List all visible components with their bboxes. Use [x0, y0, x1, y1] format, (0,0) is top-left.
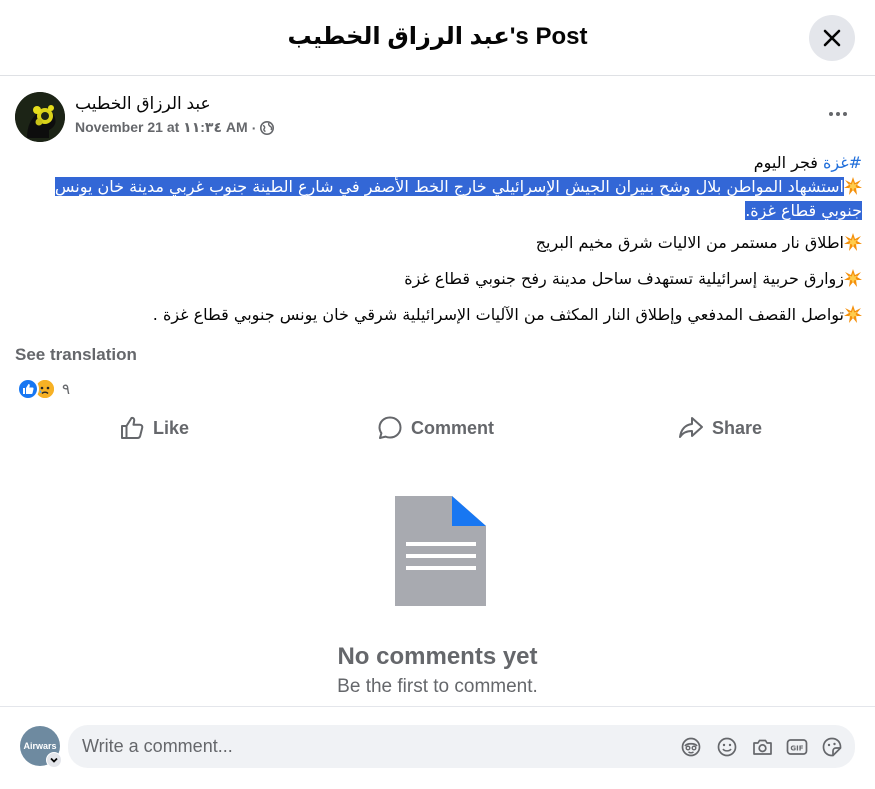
empty-comments-title: No comments yet	[337, 643, 538, 670]
close-button[interactable]	[809, 15, 855, 61]
collision-emoji-icon	[844, 177, 862, 195]
post-item-2: زوارق حربية إسرائيلية تستهدف ساحل مدينة …	[15, 267, 862, 291]
post-intro-text: فجر اليوم	[753, 153, 824, 172]
collision-emoji-icon	[844, 305, 862, 323]
like-label: Like	[153, 417, 190, 438]
svg-text:GIF: GIF	[790, 744, 803, 752]
hashtag-link[interactable]: #غزة	[823, 153, 862, 172]
post-item-text: تواصل القصف المدفعي وإطلاق النار المكثف …	[152, 305, 844, 324]
post-text: #غزة فجر اليوم استشهاد المواطن بلال وشح …	[15, 151, 862, 339]
collision-emoji-icon	[844, 269, 862, 287]
globe-icon[interactable]	[260, 120, 275, 135]
comment-input[interactable]	[68, 725, 668, 768]
more-horizontal-icon	[829, 112, 833, 116]
reaction-count: ٩	[62, 380, 71, 398]
share-icon	[679, 417, 703, 438]
post-timestamp[interactable]: November 21 at ١١:٣٤ AM	[75, 119, 248, 136]
share-label: Share	[712, 417, 763, 438]
post-item-3: تواصل القصف المدفعي وإطلاق النار المكثف …	[15, 303, 862, 327]
camera-icon[interactable]	[751, 736, 773, 758]
gif-icon[interactable]: GIF	[786, 736, 808, 758]
post-item-1: اطلاق نار مستمر من الاليات شرق مخيم البر…	[15, 231, 862, 255]
author-avatar[interactable]	[15, 92, 65, 142]
comment-icon	[378, 416, 402, 439]
sticker-icon[interactable]	[821, 736, 843, 758]
meta-separator: ·	[251, 119, 257, 136]
reactions-summary[interactable]: ٩	[17, 377, 70, 401]
post-actions: Like Comment Share	[15, 410, 860, 446]
author-name[interactable]: عبد الرزاق الخطيب	[75, 94, 211, 114]
emoji-icon[interactable]	[716, 736, 738, 758]
post-item-text: زوارق حربية إسرائيلية تستهدف ساحل مدينة …	[404, 269, 844, 288]
post-paragraph-main: #غزة فجر اليوم استشهاد المواطن بلال وشح …	[15, 151, 862, 223]
more-dot	[836, 112, 840, 116]
dialog-header: عبد الرزاق الخطيب's Post	[0, 0, 875, 76]
post-meta: November 21 at ١١:٣٤ AM ·	[75, 119, 275, 136]
post-header: عبد الرزاق الخطيب November 21 at ١١:٣٤ A…	[15, 90, 860, 142]
comment-label: Comment	[411, 417, 495, 438]
document-icon	[395, 496, 486, 606]
dialog-title: عبد الرزاق الخطيب's Post	[287, 23, 588, 50]
avatar-sticker-icon[interactable]	[680, 736, 702, 758]
post-item-text: اطلاق نار مستمر من الاليات شرق مخيم البر…	[535, 233, 844, 252]
see-translation-link[interactable]: See translation	[15, 345, 137, 365]
highlighted-text: استشهاد المواطن بلال وشح بنيران الجيش ال…	[54, 177, 862, 220]
share-button[interactable]: Share	[678, 410, 762, 446]
empty-comments-subtitle: Be the first to comment.	[337, 676, 538, 697]
collision-emoji-icon	[844, 233, 862, 251]
more-dot	[843, 112, 847, 116]
comment-box: GIF	[68, 725, 855, 768]
like-icon	[121, 416, 144, 439]
close-icon	[823, 29, 841, 47]
comment-button[interactable]: Comment	[377, 410, 494, 446]
post-options-button[interactable]	[823, 104, 853, 124]
like-reaction-icon	[17, 378, 39, 400]
like-button[interactable]: Like	[119, 410, 189, 446]
chevron-down-icon[interactable]	[46, 752, 62, 768]
comment-composer: Airwars GIF	[0, 706, 875, 789]
